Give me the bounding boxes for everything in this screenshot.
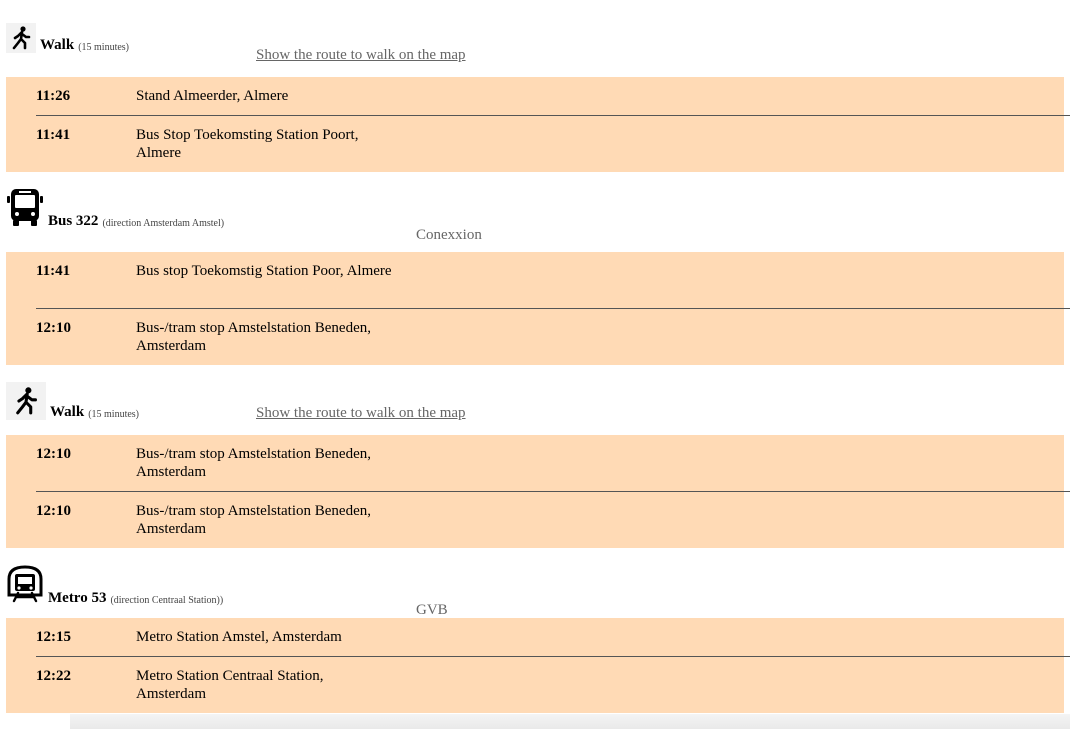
walk-route-map-link[interactable]: Show the route to walk on the map — [256, 47, 466, 64]
leg-direction: (direction Centraal Station)) — [110, 595, 224, 606]
leg-header-bus: Bus 322 (direction Amsterdam Amstel) — [6, 187, 224, 229]
leg-mode: Bus 322 — [48, 213, 99, 229]
stop-name: Bus-/tram stop Amstelstation Beneden, Am… — [136, 503, 371, 537]
leg-header-walk-1: Walk (15 minutes) — [6, 23, 129, 53]
leg-mode: Metro 53 — [48, 590, 107, 606]
operator-label: Conexxion — [416, 227, 482, 243]
walk-route-map-link[interactable]: Show the route to walk on the map — [256, 405, 466, 422]
stop-time: 12:10 — [36, 320, 71, 336]
leg-direction: (direction Amsterdam Amstel) — [102, 218, 225, 229]
walk-icon — [6, 23, 36, 53]
leg-header-walk-2: Walk (15 minutes) — [6, 382, 139, 420]
divider — [36, 491, 1070, 492]
leg-header-metro: Metro 53 (direction Centraal Station)) — [6, 564, 223, 606]
stop-time: 12:15 — [36, 629, 71, 645]
bus-icon — [6, 187, 44, 229]
leg-stops-block: 12:15 Metro Station Amstel, Amsterdam 12… — [6, 618, 1064, 713]
metro-icon — [6, 564, 44, 606]
stop-name: Metro Station Amstel, Amsterdam — [136, 629, 342, 645]
walk-icon — [6, 382, 46, 420]
leg-mode: Walk — [50, 404, 85, 420]
stop-time: 12:22 — [36, 668, 71, 684]
stop-time: 12:10 — [36, 446, 71, 462]
stop-name: Bus-/tram stop Amstelstation Beneden, Am… — [136, 320, 371, 354]
leg-duration: (15 minutes) — [88, 409, 140, 420]
stop-name: Bus-/tram stop Amstelstation Beneden, Am… — [136, 446, 371, 480]
stop-time: 11:26 — [36, 88, 71, 104]
stop-name: Stand Almeerder, Almere — [136, 88, 289, 104]
divider — [36, 656, 1070, 657]
stop-time: 11:41 — [36, 127, 71, 143]
stop-time: 11:41 — [36, 263, 71, 279]
leg-mode: Walk — [40, 37, 75, 53]
divider — [36, 115, 1070, 116]
stop-name: Bus stop Toekomstig Station Poor, Almere — [136, 263, 392, 279]
divider — [36, 308, 1070, 309]
leg-duration: (15 minutes) — [78, 42, 130, 53]
stop-name: Metro Station Centraal Station, Amsterda… — [136, 668, 324, 702]
leg-stops-block: 11:26 Stand Almeerder, Almere 11:41 Bus … — [6, 77, 1064, 172]
operator-label: GVB — [416, 602, 448, 618]
stop-time: 12:10 — [36, 503, 71, 519]
page-bottom-edge — [70, 714, 1070, 729]
stop-name: Bus Stop Toekomsting Station Poort, Alme… — [136, 127, 359, 161]
